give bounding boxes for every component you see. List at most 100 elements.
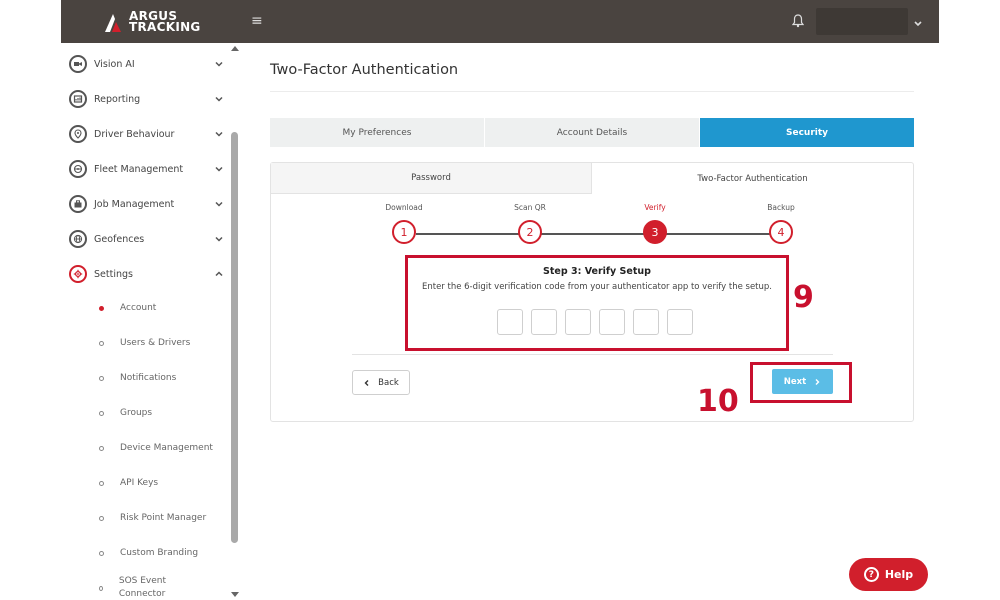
- sidebar-subitem-device-management[interactable]: Device Management: [99, 443, 229, 453]
- logo-line2: TRACKING: [129, 20, 201, 34]
- sidebar-item-vision-ai[interactable]: Vision AI: [69, 52, 224, 76]
- code-digit-input[interactable]: [667, 309, 693, 335]
- sidebar-subitem-label: Custom Branding: [120, 548, 199, 558]
- annotation-marker-9: 9: [793, 280, 814, 315]
- code-digit-input[interactable]: [531, 309, 557, 335]
- sidebar-item-label: Job Management: [94, 198, 175, 210]
- location-pin-icon: [69, 125, 87, 143]
- dot-icon: [99, 375, 104, 381]
- sidebar-item-geofences[interactable]: Geofences: [69, 227, 224, 251]
- tab-account-details[interactable]: Account Details: [485, 118, 699, 147]
- sidebar-subitem-label: Notifications: [120, 373, 177, 383]
- verify-title: Step 3: Verify Setup: [543, 266, 651, 277]
- sidebar-item-job-management[interactable]: Job Management: [69, 192, 224, 216]
- sidebar-subitem-label: Risk Point Manager: [120, 513, 207, 523]
- help-button[interactable]: ? Help: [849, 558, 928, 591]
- sidebar-item-label: Fleet Management: [94, 163, 184, 175]
- sidebar-subitem-notifications[interactable]: Notifications: [99, 373, 229, 383]
- stepper: Download 1 Scan QR 2 Verify 3 Backup 4: [271, 203, 913, 253]
- camera-icon: [69, 55, 87, 73]
- tab-password[interactable]: Password: [271, 163, 592, 194]
- step-download: Download 1: [364, 203, 444, 244]
- chevron-down-icon[interactable]: [214, 129, 224, 139]
- chevron-down-icon[interactable]: [214, 234, 224, 244]
- sidebar-subitem-account[interactable]: Account: [99, 303, 229, 313]
- chevron-down-icon[interactable]: [913, 14, 923, 27]
- code-digit-input[interactable]: [497, 309, 523, 335]
- sidebar-subitem-groups[interactable]: Groups: [99, 408, 229, 418]
- code-digit-input[interactable]: [599, 309, 625, 335]
- step-scan-qr: Scan QR 2: [490, 203, 570, 244]
- back-button[interactable]: Back: [352, 370, 410, 395]
- annotation-marker-10: 10: [697, 384, 739, 419]
- code-digit-input[interactable]: [565, 309, 591, 335]
- chevron-up-icon[interactable]: [214, 269, 224, 279]
- app-window: ARGUS TRACKING ≡ Vision AI Reporting Dri…: [61, 0, 939, 600]
- scroll-down-arrow-icon[interactable]: [231, 592, 239, 597]
- help-button-label: Help: [884, 568, 914, 581]
- dot-icon: [99, 585, 103, 591]
- chevron-right-icon: [815, 378, 820, 385]
- scroll-up-arrow-icon[interactable]: [231, 46, 239, 51]
- chevron-left-icon: [364, 379, 369, 386]
- active-dot-icon: [99, 305, 104, 311]
- sidebar-subitem-custom-branding[interactable]: Custom Branding: [99, 548, 229, 558]
- chevron-down-icon[interactable]: [214, 164, 224, 174]
- sidebar-subitem-users-drivers[interactable]: Users & Drivers: [99, 338, 229, 348]
- steering-icon: [69, 160, 87, 178]
- tab-my-preferences[interactable]: My Preferences: [270, 118, 484, 147]
- step-verify: Verify 3: [615, 203, 695, 244]
- stepper-line: [416, 233, 771, 235]
- sidebar-subitem-sos-event-connector[interactable]: SOS Event Connector: [99, 575, 179, 600]
- sidebar-subitem-risk-point-manager[interactable]: Risk Point Manager: [99, 513, 229, 523]
- sidebar-subitem-label: Device Management: [120, 443, 213, 453]
- step-number: 1: [392, 220, 416, 244]
- scrollbar-thumb[interactable]: [231, 132, 238, 543]
- code-digit-input[interactable]: [633, 309, 659, 335]
- verify-setup-highlight: Step 3: Verify Setup Enter the 6-digit v…: [405, 255, 789, 351]
- logo[interactable]: ARGUS TRACKING: [101, 8, 201, 36]
- step-number: 3: [643, 220, 667, 244]
- sidebar-item-settings[interactable]: Settings: [69, 262, 224, 286]
- sidebar-item-label: Vision AI: [94, 58, 135, 70]
- sidebar-subitem-label: Users & Drivers: [120, 338, 191, 348]
- sidebar-item-fleet-management[interactable]: Fleet Management: [69, 157, 224, 181]
- step-label: Download: [385, 203, 423, 212]
- sidebar-item-reporting[interactable]: Reporting: [69, 87, 224, 111]
- step-label: Verify: [644, 203, 666, 212]
- settings-tabs: My Preferences Account Details Security: [270, 118, 914, 147]
- step-number: 4: [769, 220, 793, 244]
- dot-icon: [99, 550, 104, 556]
- divider: [270, 91, 914, 92]
- logo-text: ARGUS TRACKING: [129, 10, 201, 34]
- divider: [352, 354, 833, 355]
- globe-icon: [69, 230, 87, 248]
- sidebar-subitem-api-keys[interactable]: API Keys: [99, 478, 229, 488]
- next-button[interactable]: Next: [772, 369, 833, 394]
- dot-icon: [99, 445, 104, 451]
- tab-security[interactable]: Security: [700, 118, 914, 147]
- hamburger-icon[interactable]: ≡: [251, 13, 263, 29]
- page-title: Two-Factor Authentication: [270, 62, 459, 78]
- verification-code-inputs: [497, 309, 693, 335]
- sidebar-item-label: Geofences: [94, 233, 145, 245]
- gear-icon: [69, 265, 87, 283]
- sidebar: Vision AI Reporting Driver Behaviour Fle…: [61, 43, 240, 600]
- logo-mark-icon: [101, 10, 125, 34]
- chevron-down-icon[interactable]: [214, 59, 224, 69]
- step-backup: Backup 4: [741, 203, 821, 244]
- bell-icon[interactable]: [791, 13, 806, 29]
- sidebar-item-driver-behaviour[interactable]: Driver Behaviour: [69, 122, 224, 146]
- dot-icon: [99, 515, 104, 521]
- user-account-box[interactable]: [816, 8, 908, 35]
- step-number: 2: [518, 220, 542, 244]
- step-label: Backup: [767, 203, 795, 212]
- dot-icon: [99, 410, 104, 416]
- chevron-down-icon[interactable]: [214, 94, 224, 104]
- chevron-down-icon[interactable]: [214, 199, 224, 209]
- tab-two-factor-authentication[interactable]: Two-Factor Authentication: [592, 163, 913, 194]
- briefcase-icon: [69, 195, 87, 213]
- step-label: Scan QR: [514, 203, 546, 212]
- sidebar-item-label: Driver Behaviour: [94, 128, 175, 140]
- top-bar: ARGUS TRACKING ≡: [61, 0, 939, 43]
